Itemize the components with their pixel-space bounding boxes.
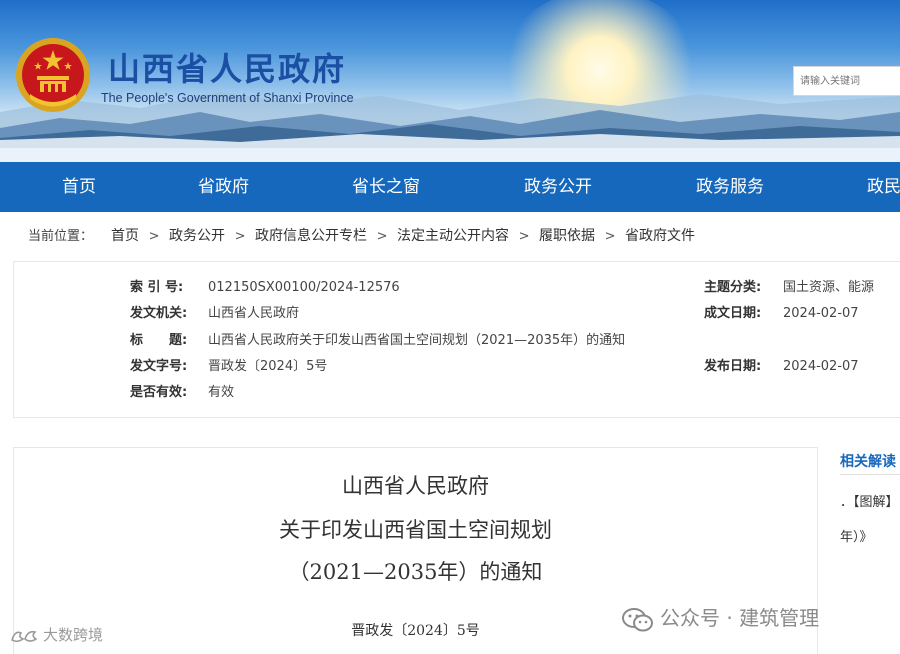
title-value: 山西省人民政府关于印发山西省国土空间规划（2021—2035年）的通知	[208, 333, 626, 348]
meta-row: 发文机关: 山西省人民政府 成文日期: 2024-02-07	[14, 304, 900, 324]
meta-row: 标 题: 山西省人民政府关于印发山西省国土空间规划（2021—2035年）的通知	[14, 331, 900, 351]
created-date-value: 2024-02-07	[783, 306, 859, 321]
breadcrumb-item-statutory[interactable]: 法定主动公开内容	[397, 228, 509, 244]
nav-item-governor[interactable]: 省长之窗	[352, 162, 420, 212]
validity-value: 有效	[208, 385, 235, 400]
meta-row: 索 引 号: 012150SX00100/2024-12576 主题分类: 国土…	[14, 278, 900, 298]
document-metadata: 索 引 号: 012150SX00100/2024-12576 主题分类: 国土…	[13, 261, 900, 418]
breadcrumb-separator: >	[518, 229, 530, 244]
breadcrumb-separator: >	[376, 229, 388, 244]
related-readings-title: 相关解读	[840, 454, 896, 470]
nav-item-services[interactable]: 政务服务	[696, 162, 764, 212]
index-value: 012150SX00100/2024-12576	[208, 280, 400, 295]
related-reading-link-cont[interactable]: 年）》	[840, 526, 873, 545]
wechat-watermark-text: 公众号 · 建筑管理	[660, 606, 820, 630]
wechat-watermark: 公众号 · 建筑管理	[622, 604, 819, 632]
breadcrumb-item-duties[interactable]: 履职依据	[539, 228, 595, 244]
nav-item-interaction[interactable]: 政民	[867, 162, 900, 212]
header-banner: 山西省人民政府 The People's Government of Shanx…	[0, 0, 900, 148]
breadcrumb-prefix: 当前位置：	[28, 229, 94, 244]
breadcrumb-item-gov-docs[interactable]: 省政府文件	[625, 228, 695, 244]
index-label: 索 引 号:	[130, 280, 184, 295]
search-input[interactable]	[794, 67, 900, 95]
doc-title-line-1: 山西省人民政府	[342, 474, 489, 498]
created-date-label: 成文日期:	[704, 306, 762, 321]
breadcrumb-separator: >	[604, 229, 616, 244]
topic-value: 国土资源、能源	[783, 280, 875, 295]
issuer-value: 山西省人民政府	[208, 306, 300, 321]
doc-title-line-3: （2021—2035年）的通知	[288, 560, 543, 584]
doc-number-label: 发文字号:	[130, 359, 188, 374]
published-date-value: 2024-02-07	[783, 359, 859, 374]
nav-item-open-affairs[interactable]: 政务公开	[524, 162, 592, 212]
breadcrumb-item-info-column[interactable]: 政府信息公开专栏	[255, 228, 367, 244]
meta-row: 是否有效: 有效	[14, 383, 900, 403]
breadcrumb-separator: >	[234, 229, 246, 244]
brand-watermark-text: 大数跨境	[43, 626, 104, 644]
breadcrumb-separator: >	[148, 229, 160, 244]
doc-title-line-2: 关于印发山西省国土空间规划	[279, 518, 552, 542]
title-label: 标 题:	[130, 333, 188, 348]
meta-row: 发文字号: 晋政发〔2024〕5号 发布日期: 2024-02-07	[14, 357, 900, 377]
doc-number-value: 晋政发〔2024〕5号	[208, 359, 328, 374]
validity-label: 是否有效:	[130, 385, 188, 400]
sidebar-divider	[840, 474, 900, 475]
nav-item-home[interactable]: 首页	[62, 162, 96, 212]
related-reading-link[interactable]: ．【图解】	[840, 491, 899, 510]
wechat-icon	[622, 607, 653, 631]
site-subtitle: The People's Government of Shanxi Provin…	[101, 91, 354, 105]
site-title: 山西省人民政府	[108, 50, 347, 88]
brand-logo-icon	[11, 630, 38, 642]
breadcrumb-item-open-affairs[interactable]: 政务公开	[169, 228, 225, 244]
nav-item-government[interactable]: 省政府	[198, 162, 249, 212]
national-emblem-icon	[16, 38, 90, 112]
breadcrumb: 当前位置： 首页 > 政务公开 > 政府信息公开专栏 > 法定主动公开内容 > 履职依据 > 省政府文…	[28, 224, 695, 248]
search-box	[793, 66, 900, 96]
topic-label: 主题分类:	[704, 280, 762, 295]
main-nav: 首页 省政府 省长之窗 政务公开 政务服务 政民	[0, 162, 900, 212]
brand-watermark: 大数跨境	[9, 624, 103, 646]
issuer-label: 发文机关:	[130, 306, 188, 321]
nav-top-strip	[0, 148, 900, 162]
breadcrumb-item-home[interactable]: 首页	[111, 228, 139, 244]
published-date-label: 发布日期:	[704, 359, 762, 374]
